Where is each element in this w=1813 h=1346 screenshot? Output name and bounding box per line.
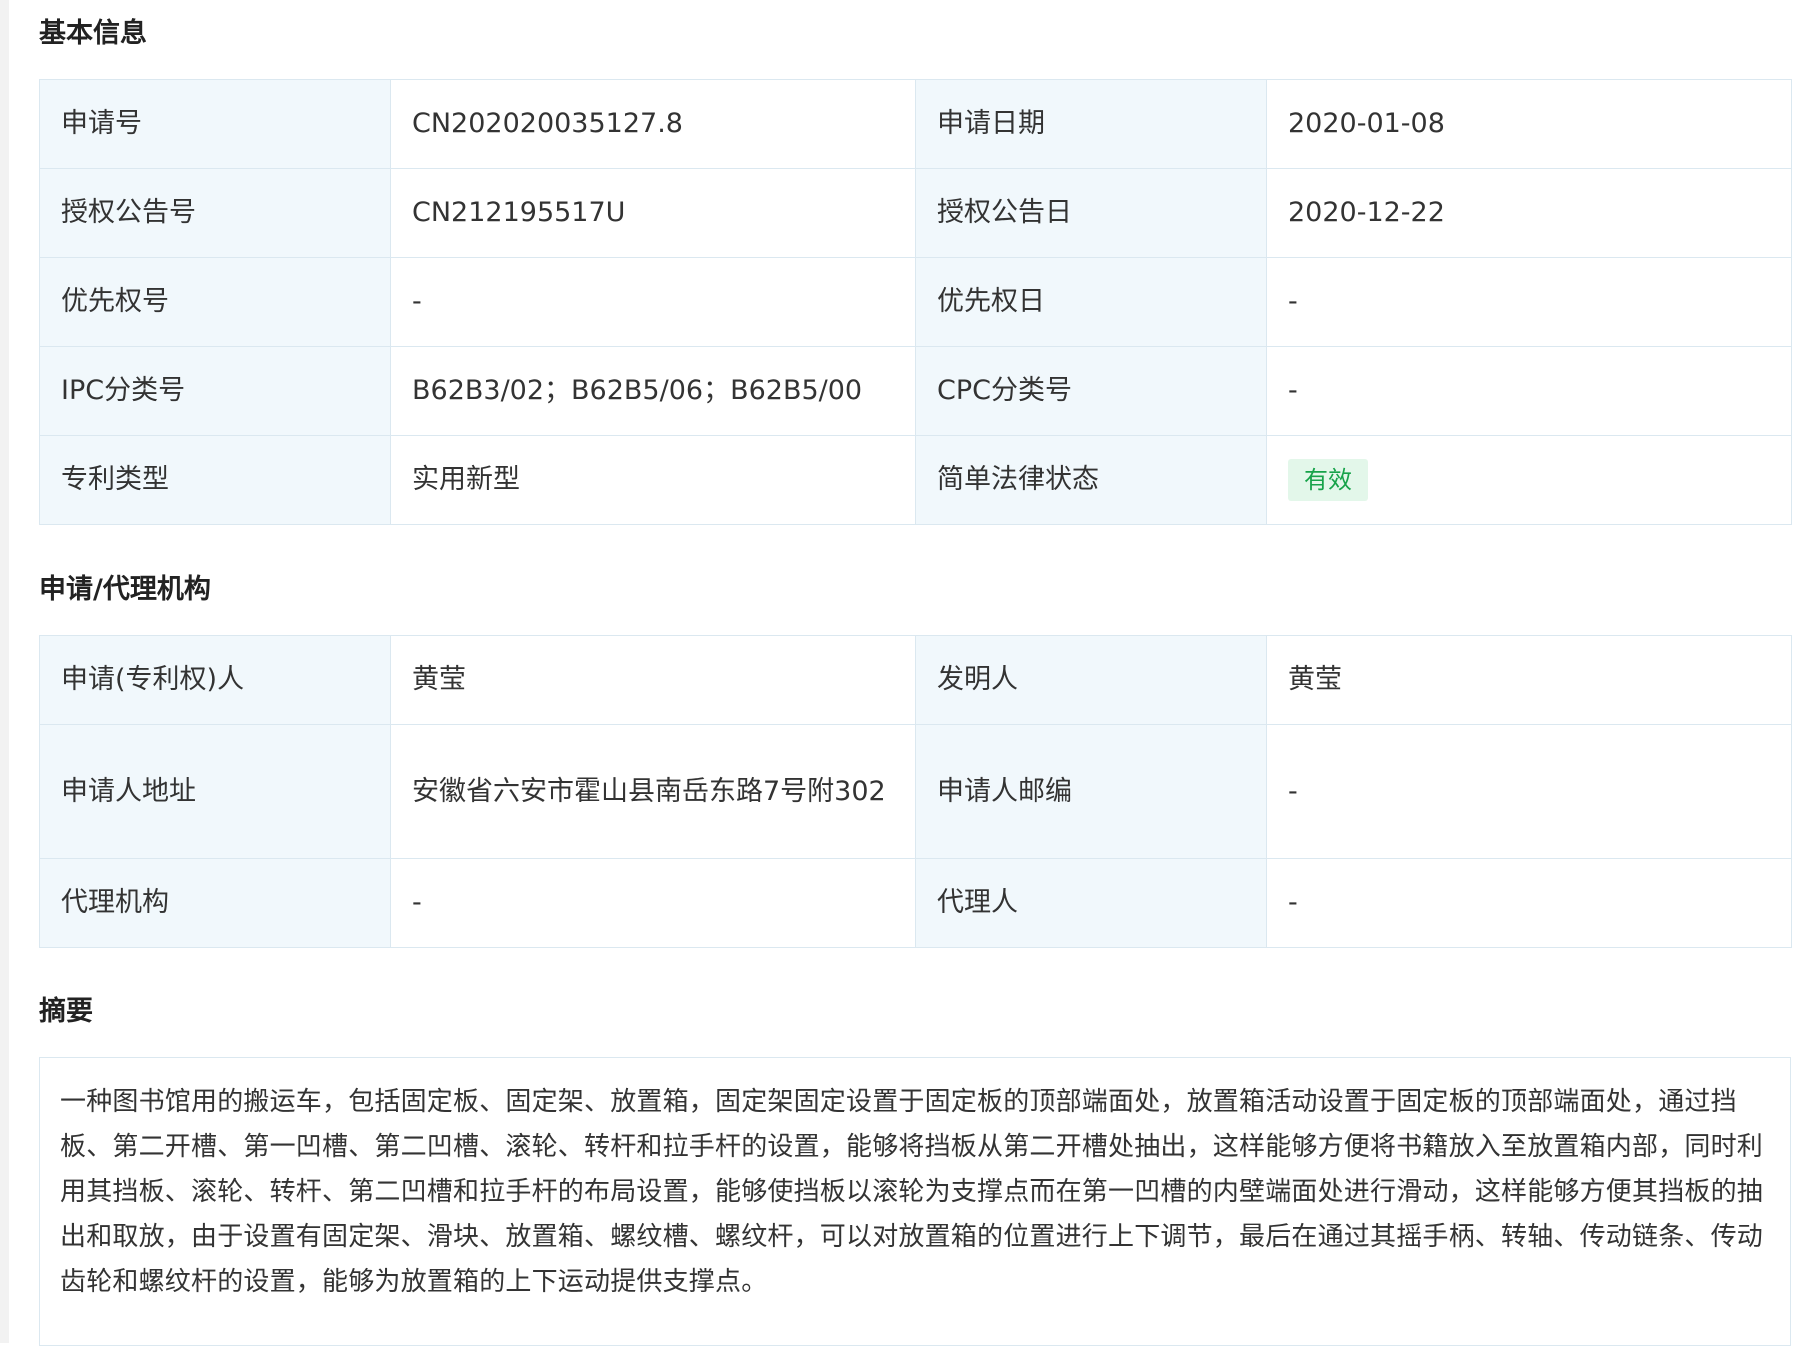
table-row: 专利类型 实用新型 简单法律状态 有效 (39, 435, 1792, 525)
agency-value: - (390, 858, 916, 948)
left-edge-strip (0, 0, 9, 1343)
basic-info-title: 基本信息 (39, 18, 147, 49)
cpc-classification-value: - (1266, 346, 1792, 436)
legal-status-badge: 有效 (1288, 459, 1368, 501)
table-row: 代理机构 - 代理人 - (39, 858, 1792, 948)
applicant-address-value: 安徽省六安市霍山县南岳东路7号附302 (390, 724, 916, 859)
ipc-classification-value: B62B3/02；B62B5/06；B62B5/00 (390, 346, 916, 436)
patent-type-value: 实用新型 (390, 435, 916, 525)
priority-date-value: - (1266, 257, 1792, 347)
grant-publication-date-value: 2020-12-22 (1266, 168, 1792, 258)
application-date-value: 2020-01-08 (1266, 79, 1792, 169)
label-applicant-postcode: 申请人邮编 (915, 724, 1267, 859)
label-cpc-classification: CPC分类号 (915, 346, 1267, 436)
table-row: IPC分类号 B62B3/02；B62B5/06；B62B5/00 CPC分类号… (39, 346, 1792, 436)
applicant-postcode-value: - (1266, 724, 1792, 859)
label-priority-number: 优先权号 (39, 257, 391, 347)
label-grant-publication-number: 授权公告号 (39, 168, 391, 258)
table-row: 授权公告号 CN212195517U 授权公告日 2020-12-22 (39, 168, 1792, 258)
label-application-date: 申请日期 (915, 79, 1267, 169)
applicant-value: 黄莹 (390, 635, 916, 725)
agency-info-table: 申请(专利权)人 黄莹 发明人 黄莹 申请人地址 安徽省六安市霍山县南岳东路7号… (39, 635, 1792, 948)
label-application-number: 申请号 (39, 79, 391, 169)
label-priority-date: 优先权日 (915, 257, 1267, 347)
label-patent-type: 专利类型 (39, 435, 391, 525)
abstract-text: 一种图书馆用的搬运车，包括固定板、固定架、放置箱，固定架固定设置于固定板的顶部端… (39, 1057, 1791, 1346)
agent-value: - (1266, 858, 1792, 948)
label-inventor: 发明人 (915, 635, 1267, 725)
abstract-title: 摘要 (39, 996, 93, 1027)
label-agent: 代理人 (915, 858, 1267, 948)
table-row: 优先权号 - 优先权日 - (39, 257, 1792, 347)
label-agency: 代理机构 (39, 858, 391, 948)
basic-info-table: 申请号 CN202020035127.8 申请日期 2020-01-08 授权公… (39, 79, 1792, 525)
label-grant-publication-date: 授权公告日 (915, 168, 1267, 258)
agency-info-title: 申请/代理机构 (39, 574, 211, 605)
inventor-value: 黄莹 (1266, 635, 1792, 725)
grant-publication-number-value: CN212195517U (390, 168, 916, 258)
legal-status-cell: 有效 (1266, 435, 1792, 525)
application-number-value: CN202020035127.8 (390, 79, 916, 169)
priority-number-value: - (390, 257, 916, 347)
table-row: 申请人地址 安徽省六安市霍山县南岳东路7号附302 申请人邮编 - (39, 724, 1792, 859)
label-applicant: 申请(专利权)人 (39, 635, 391, 725)
table-row: 申请号 CN202020035127.8 申请日期 2020-01-08 (39, 79, 1792, 169)
table-row: 申请(专利权)人 黄莹 发明人 黄莹 (39, 635, 1792, 725)
label-ipc-classification: IPC分类号 (39, 346, 391, 436)
label-legal-status: 简单法律状态 (915, 435, 1267, 525)
label-applicant-address: 申请人地址 (39, 724, 391, 859)
